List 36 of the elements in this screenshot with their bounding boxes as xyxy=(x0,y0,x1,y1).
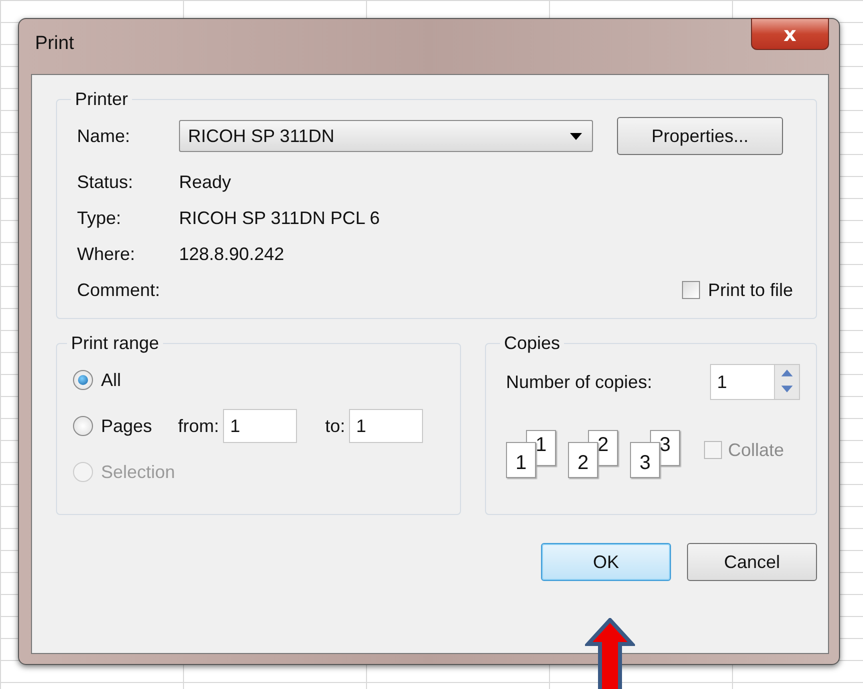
dialog-button[interactable]: OK xyxy=(541,543,671,581)
name-label: Name: xyxy=(77,126,132,146)
dialog-button[interactable]: Cancel xyxy=(687,543,817,581)
from-label: from: xyxy=(178,416,220,436)
to-field[interactable]: 1 xyxy=(349,409,424,443)
checkbox-label: Print to file xyxy=(708,280,793,300)
group-title: Copies xyxy=(503,333,562,354)
info-label: Where: xyxy=(77,244,136,264)
copies-label: Number of copies: xyxy=(506,372,652,392)
radio-label: All xyxy=(101,370,122,390)
info-label: Status: xyxy=(77,172,134,192)
radio-label: Pages xyxy=(101,416,152,436)
radio-button[interactable] xyxy=(73,370,93,390)
page-icon: 2 xyxy=(568,442,598,478)
info-value: 128.8.90.242 xyxy=(179,244,284,264)
from-field[interactable]: 1 xyxy=(223,409,298,443)
radio-label: Selection xyxy=(101,462,176,482)
page-icon: 1 xyxy=(506,442,536,478)
to-label: to: xyxy=(325,416,346,436)
close-button[interactable]: x xyxy=(751,18,829,50)
printer-dropdown[interactable]: RICOH SP 311DN xyxy=(179,120,593,152)
page-icon: 3 xyxy=(630,442,660,478)
caret-icon xyxy=(570,132,582,140)
copies-spinner[interactable]: 1 xyxy=(710,364,800,400)
radio-button[interactable] xyxy=(73,416,93,436)
window-title: Print xyxy=(35,33,74,55)
info-label: Type: xyxy=(77,208,122,228)
checkbox-label: Collate xyxy=(728,440,784,460)
info-value: Ready xyxy=(179,172,232,192)
checkbox[interactable] xyxy=(682,281,700,299)
info-value: RICOH SP 311DN PCL 6 xyxy=(179,208,380,228)
group-title: Print range xyxy=(70,333,160,354)
arrow-drawing xyxy=(585,618,635,689)
group-title: Printer xyxy=(74,89,130,110)
properties-button[interactable]: Properties... xyxy=(617,117,783,155)
info-label: Comment: xyxy=(77,280,162,300)
